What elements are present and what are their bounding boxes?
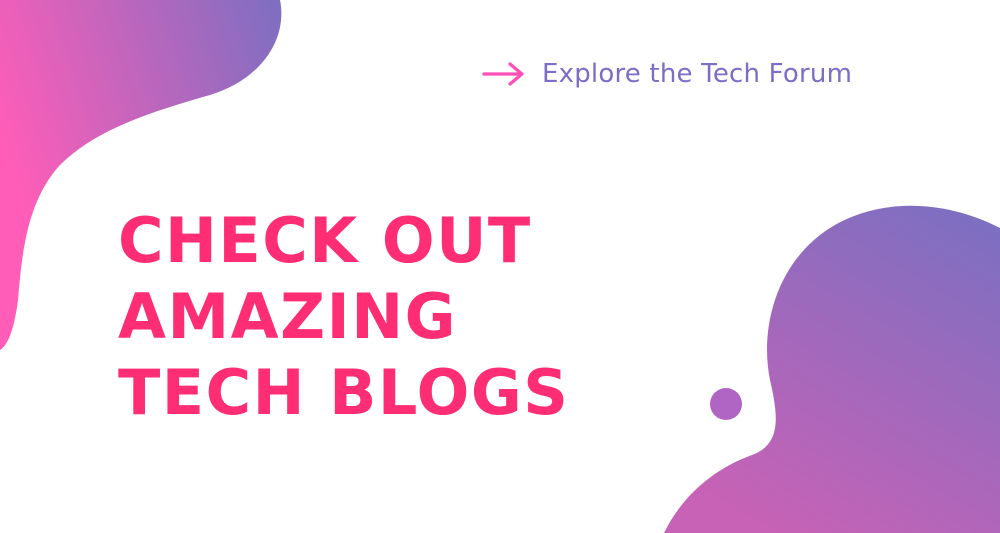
banner: Explore the Tech Forum CHECK OUT AMAZING… bbox=[0, 0, 1000, 533]
explore-forum-label: Explore the Tech Forum bbox=[542, 59, 853, 89]
headline: CHECK OUT AMAZING TECH BLOGS bbox=[118, 203, 569, 431]
headline-line-3: TECH BLOGS bbox=[118, 356, 570, 429]
bottom-right-blob bbox=[664, 205, 1000, 533]
decorative-dot bbox=[710, 388, 742, 420]
arrow-right-icon bbox=[482, 62, 524, 86]
explore-forum-link[interactable]: Explore the Tech Forum bbox=[482, 52, 852, 96]
headline-line-2: AMAZING bbox=[118, 280, 457, 353]
headline-line-1: CHECK OUT bbox=[118, 204, 532, 277]
